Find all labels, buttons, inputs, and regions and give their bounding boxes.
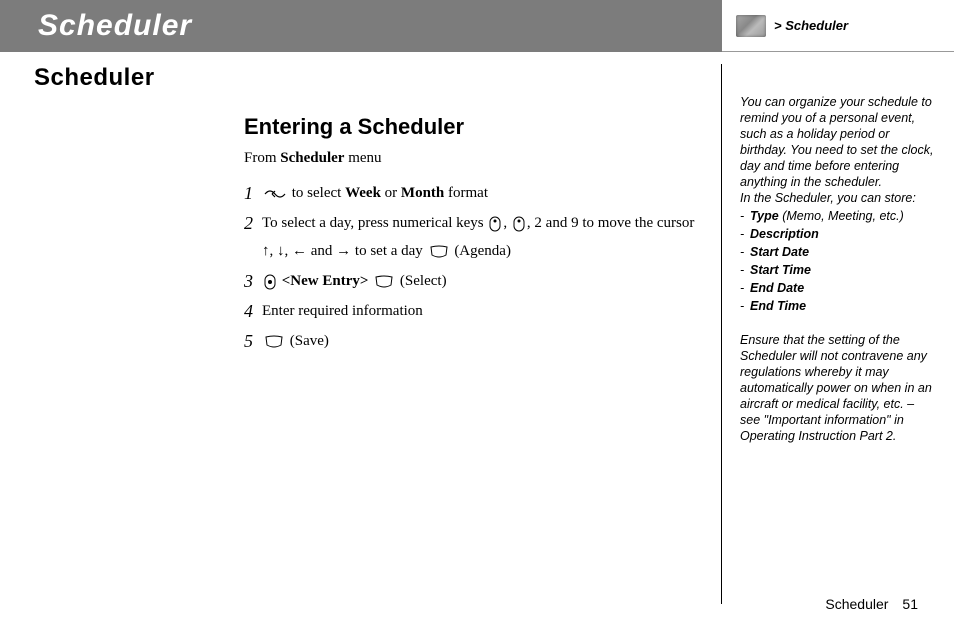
- step-num-5: 5: [244, 327, 262, 355]
- etime-label: End Time: [750, 299, 806, 313]
- side-item-sdate: Start Date: [740, 244, 934, 260]
- s1-d: Month: [401, 185, 444, 201]
- scheduler-icon: [736, 15, 766, 37]
- step-2: 2 To select a day, press numerical keys …: [244, 209, 697, 265]
- side-p3: Ensure that the setting of the Scheduler…: [740, 332, 934, 444]
- from-prefix: From: [244, 150, 280, 166]
- header-bar: Scheduler > Scheduler: [0, 0, 954, 52]
- step-5: 5 (Save): [244, 327, 697, 355]
- step-4: 4 Enter required information: [244, 297, 697, 325]
- side-p2: In the Scheduler, you can store:: [740, 190, 934, 206]
- breadcrumb-text: > Scheduler: [774, 18, 848, 33]
- side-item-stime: Start Time: [740, 262, 934, 278]
- side-p1: You can organize your schedule to remind…: [740, 94, 934, 190]
- select-icon: [264, 274, 276, 290]
- s2-d: (Agenda): [451, 243, 511, 259]
- step-num-1: 1: [244, 179, 262, 207]
- s5-a: (Save): [286, 333, 329, 349]
- main-column: Scheduler Entering a Scheduler From Sche…: [0, 64, 722, 604]
- side-item-type: Type (Memo, Meeting, etc.): [740, 208, 934, 224]
- type-label: Type: [750, 209, 779, 223]
- footer-page: 51: [902, 596, 918, 612]
- sub-title: Entering a Scheduler: [244, 114, 697, 140]
- key-icon: [489, 216, 501, 232]
- edate-label: End Date: [750, 281, 804, 295]
- sdate-label: Start Date: [750, 245, 809, 259]
- footer-label: Scheduler: [825, 596, 888, 612]
- step-body-5: (Save): [262, 327, 697, 355]
- step-num-2: 2: [244, 209, 262, 237]
- steps-list: 1 to select Week or Month format 2 To se…: [244, 179, 697, 355]
- side-list: Type (Memo, Meeting, etc.) Description S…: [740, 208, 934, 314]
- side-item-edate: End Date: [740, 280, 934, 296]
- s1-e: format: [444, 185, 488, 201]
- from-line: From Scheduler menu: [244, 150, 697, 167]
- page-footer: Scheduler 51: [825, 596, 918, 612]
- step-1: 1 to select Week or Month format: [244, 179, 697, 207]
- type-suffix: (Memo, Meeting, etc.): [779, 209, 904, 223]
- from-suffix: menu: [344, 150, 381, 166]
- side-item-desc: Description: [740, 226, 934, 242]
- step-body-4: Enter required information: [262, 297, 697, 325]
- content-area: Scheduler Entering a Scheduler From Sche…: [0, 52, 954, 624]
- key-icon: [513, 216, 525, 232]
- side-column: You can organize your schedule to remind…: [722, 64, 954, 624]
- step-body-2: To select a day, press numerical keys , …: [262, 209, 697, 265]
- s1-a: to select: [288, 185, 345, 201]
- s2-a: To select a day, press numerical keys: [262, 215, 487, 231]
- stime-label: Start Time: [750, 263, 811, 277]
- side-item-etime: End Time: [740, 298, 934, 314]
- softkey-icon: [374, 275, 394, 289]
- softkey-icon: [264, 335, 284, 349]
- s3-d: (Select): [396, 273, 446, 289]
- desc-label: Description: [750, 227, 819, 241]
- step-num-3: 3: [244, 267, 262, 295]
- s2-b: ,: [503, 215, 511, 231]
- step-num-4: 4: [244, 297, 262, 325]
- step-body-1: to select Week or Month format: [262, 179, 697, 207]
- breadcrumb: > Scheduler: [722, 0, 954, 52]
- step-3: 3 <New Entry> (Select): [244, 267, 697, 295]
- header-title: Scheduler: [38, 9, 192, 43]
- s1-b: Week: [345, 185, 381, 201]
- nav-icon: [264, 187, 286, 201]
- section-title: Scheduler: [34, 64, 697, 92]
- softkey-icon: [429, 245, 449, 259]
- step-body-3: <New Entry> (Select): [262, 267, 697, 295]
- s3-b: <New Entry>: [282, 273, 369, 289]
- s3-c: [368, 273, 372, 289]
- s1-c: or: [381, 185, 401, 201]
- from-bold: Scheduler: [280, 150, 344, 166]
